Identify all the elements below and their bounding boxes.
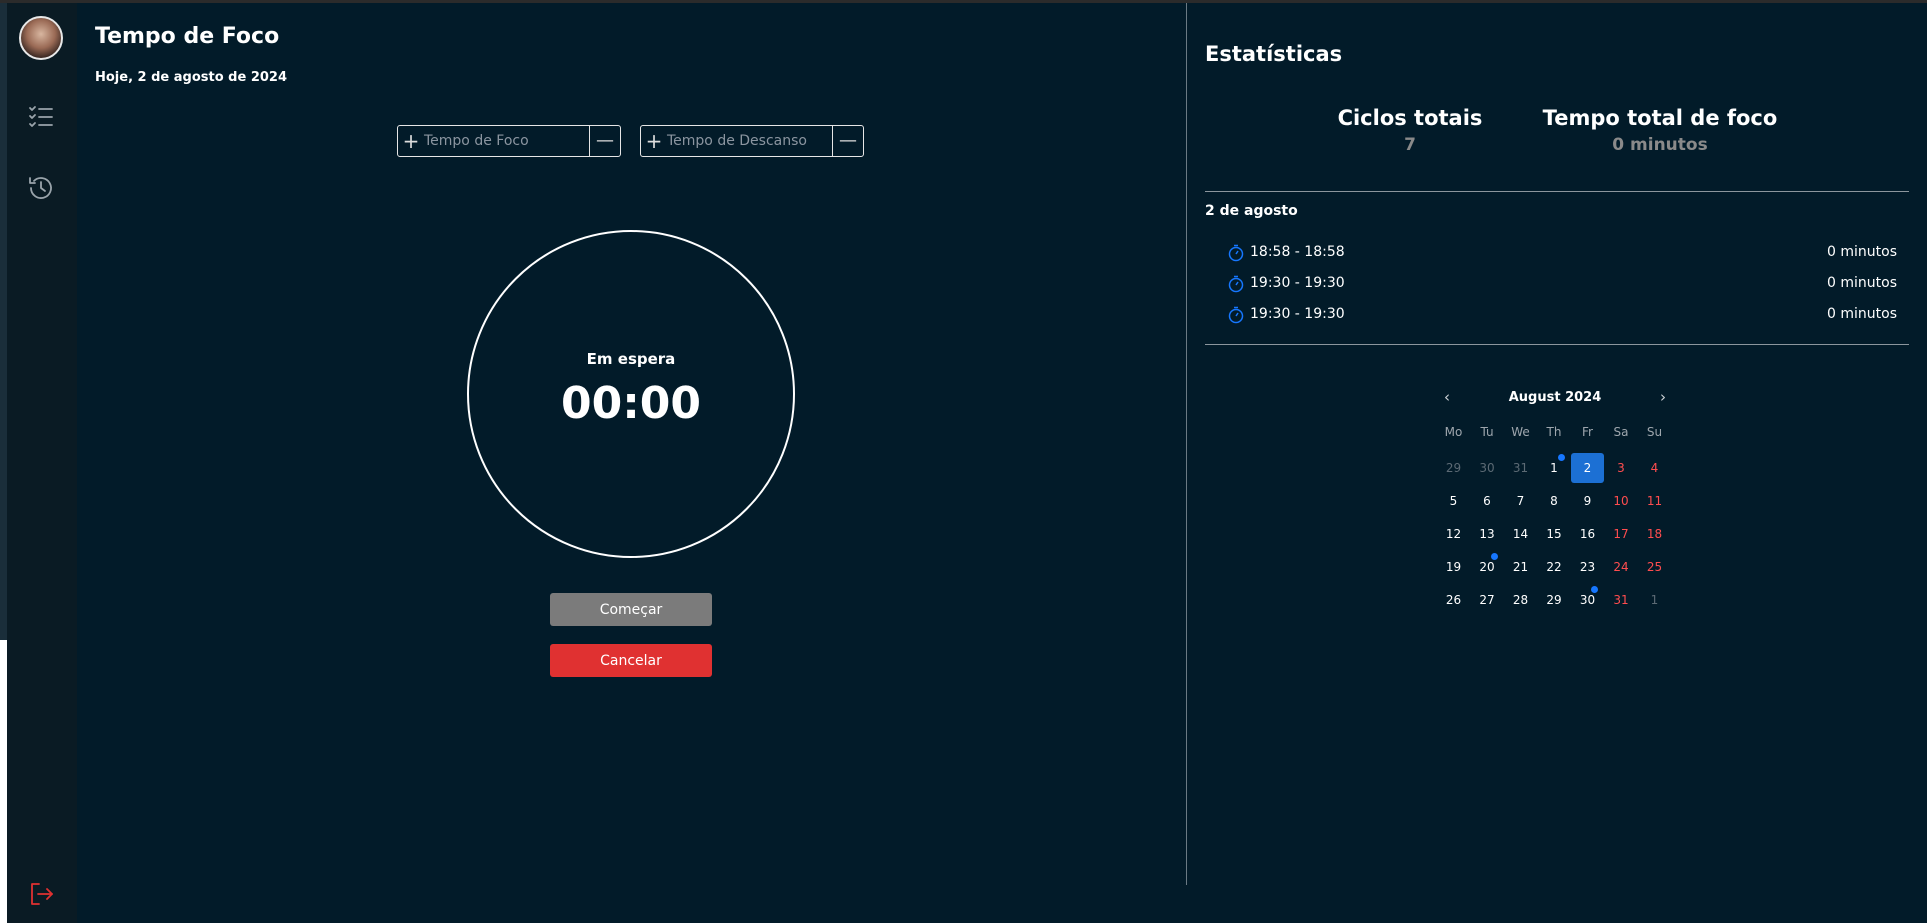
calendar-weekday: Su [1646, 425, 1663, 439]
calendar-day[interactable]: 7 [1504, 486, 1537, 516]
session-range: 18:58 - 18:58 [1250, 244, 1345, 260]
calendar-day[interactable]: 28 [1504, 585, 1537, 615]
calendar-day[interactable]: 3 [1605, 453, 1638, 483]
calendar-day[interactable]: 29 [1437, 453, 1470, 483]
calendar-next-icon[interactable]: › [1653, 388, 1673, 408]
calendar-week-row: 19 20 21 22 23 24 25 [1437, 552, 1673, 585]
calendar-day[interactable]: 15 [1538, 519, 1571, 549]
window-left-edge-light [0, 640, 7, 923]
calendar-week-row: 29 30 31 1 2 3 4 [1437, 453, 1673, 486]
calendar-day[interactable]: 23 [1571, 552, 1604, 582]
start-button[interactable]: Começar [550, 593, 712, 626]
session-range: 19:30 - 19:30 [1250, 306, 1345, 322]
focus-minus-button[interactable]: — [589, 126, 620, 156]
focus-plus-button[interactable]: + [398, 126, 424, 156]
panel-divider [1186, 3, 1187, 885]
calendar-day[interactable]: 13 [1471, 519, 1504, 549]
history-icon[interactable] [27, 174, 55, 202]
calendar-day[interactable]: 26 [1437, 585, 1470, 615]
calendar-day[interactable]: 11 [1638, 486, 1671, 516]
calendar-day[interactable]: 4 [1638, 453, 1671, 483]
calendar-weekday: We [1511, 425, 1530, 439]
rest-minus-button[interactable]: — [832, 126, 863, 156]
stopwatch-icon [1228, 244, 1244, 262]
total-cycles-label: Ciclos totais [1337, 106, 1483, 130]
calendar: ‹ August 2024 › Mo Tu We Th Fr Sa Su 29 30 31 1 2 3 4… [1437, 384, 1673, 614]
calendar-weekday: Sa [1613, 425, 1629, 439]
calendar-weekday: Th [1546, 425, 1562, 439]
calendar-day[interactable]: 24 [1605, 552, 1638, 582]
calendar-day[interactable]: 18 [1638, 519, 1671, 549]
session-duration: 0 minutos [1827, 306, 1897, 322]
calendar-day[interactable]: 29 [1538, 585, 1571, 615]
day-heading: 2 de agosto [1205, 203, 1298, 219]
calendar-grid: Mo Tu We Th Fr Sa Su 29 30 31 1 2 3 4 5 6 7 8 9 10 11 12 13 14 1… [1437, 420, 1673, 618]
calendar-day[interactable]: 21 [1504, 552, 1537, 582]
current-date: Hoje, 2 de agosto de 2024 [95, 70, 288, 85]
calendar-day[interactable]: 10 [1605, 486, 1638, 516]
calendar-day[interactable]: 5 [1437, 486, 1470, 516]
calendar-day[interactable]: 17 [1605, 519, 1638, 549]
session-row: 19:30 - 19:30 0 minutos [1227, 304, 1897, 328]
total-focus-value: 0 minutos [1612, 135, 1708, 155]
stopwatch-icon [1228, 275, 1244, 293]
session-range: 19:30 - 19:30 [1250, 275, 1345, 291]
calendar-day[interactable]: 20 [1471, 552, 1504, 582]
focus-time-stepper[interactable]: + Tempo de Foco — [397, 125, 621, 157]
focus-time-input[interactable]: Tempo de Foco [424, 126, 589, 156]
calendar-weekday-row: Mo Tu We Th Fr Sa Su [1437, 420, 1673, 453]
session-duration: 0 minutos [1827, 275, 1897, 291]
calendar-week-row: 5 6 7 8 9 10 11 [1437, 486, 1673, 519]
calendar-day[interactable]: 30 [1471, 453, 1504, 483]
calendar-day[interactable]: 12 [1437, 519, 1470, 549]
calendar-week-row: 26 27 28 29 30 31 1 [1437, 585, 1673, 618]
logout-icon[interactable] [28, 880, 56, 908]
calendar-day[interactable]: 1 [1538, 453, 1571, 483]
rest-plus-button[interactable]: + [641, 126, 667, 156]
calendar-day[interactable]: 9 [1571, 486, 1604, 516]
calendar-day[interactable]: 30 [1571, 585, 1604, 615]
stats-title: Estatísticas [1205, 42, 1343, 66]
calendar-day[interactable]: 19 [1437, 552, 1470, 582]
calendar-day[interactable]: 1 [1638, 585, 1671, 615]
calendar-weekday: Mo [1444, 425, 1463, 439]
calendar-day[interactable]: 8 [1538, 486, 1571, 516]
calendar-weekday: Fr [1582, 425, 1593, 439]
calendar-weekday: Tu [1480, 425, 1494, 439]
calendar-day[interactable]: 22 [1538, 552, 1571, 582]
avatar[interactable] [19, 16, 63, 60]
timer-display: 00:00 [560, 378, 702, 429]
calendar-week-row: 12 13 14 15 16 17 18 [1437, 519, 1673, 552]
stats-divider-top [1205, 191, 1909, 192]
sidebar [7, 3, 77, 923]
page-title: Tempo de Foco [95, 24, 280, 49]
rest-time-input[interactable]: Tempo de Descanso [667, 126, 832, 156]
calendar-day[interactable]: 31 [1605, 585, 1638, 615]
stopwatch-icon [1228, 306, 1244, 324]
calendar-day[interactable]: 14 [1504, 519, 1537, 549]
calendar-day-selected[interactable]: 2 [1571, 453, 1604, 483]
calendar-month: August 2024 [1508, 390, 1602, 405]
calendar-day[interactable]: 16 [1571, 519, 1604, 549]
total-focus-label: Tempo total de foco [1542, 106, 1778, 130]
stats-divider-bottom [1205, 344, 1909, 345]
total-cycles-value: 7 [1404, 135, 1416, 155]
cancel-button[interactable]: Cancelar [550, 644, 712, 677]
rest-time-stepper[interactable]: + Tempo de Descanso — [640, 125, 864, 157]
session-row: 19:30 - 19:30 0 minutos [1227, 273, 1897, 297]
calendar-day[interactable]: 31 [1504, 453, 1537, 483]
session-row: 18:58 - 18:58 0 minutos [1227, 242, 1897, 266]
window-top-border [0, 0, 1927, 3]
calendar-day[interactable]: 25 [1638, 552, 1671, 582]
timer-status: Em espera [586, 350, 676, 368]
calendar-day[interactable]: 27 [1471, 585, 1504, 615]
calendar-day[interactable]: 6 [1471, 486, 1504, 516]
session-duration: 0 minutos [1827, 244, 1897, 260]
checklist-icon[interactable] [27, 103, 55, 131]
